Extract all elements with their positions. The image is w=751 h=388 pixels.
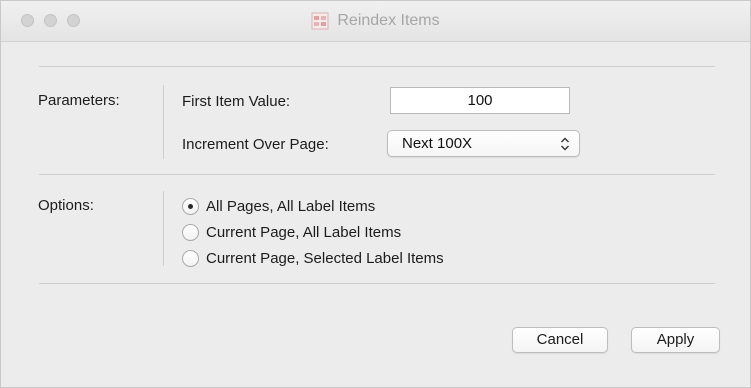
parameters-divider: [163, 85, 164, 159]
increment-over-page-select[interactable]: Next 100X: [387, 130, 580, 157]
radio-button[interactable]: [182, 223, 199, 241]
reindex-items-dialog: Reindex Items Parameters: First Item Val…: [0, 0, 751, 388]
reindex-app-icon: [311, 12, 329, 30]
options-section-label: Options:: [38, 197, 94, 214]
window-title: Reindex Items: [337, 12, 440, 29]
option-label: All Pages, All Label Items: [206, 197, 376, 215]
parameters-section-label: Parameters:: [38, 92, 120, 109]
bottom-separator: [39, 283, 715, 284]
radio-button[interactable]: [182, 249, 199, 267]
middle-separator: [39, 174, 715, 175]
radio-button-checked[interactable]: [182, 197, 199, 215]
option-label: Current Page, Selected Label Items: [206, 249, 444, 267]
options-divider: [163, 191, 164, 266]
option-label: Current Page, All Label Items: [206, 223, 402, 241]
increment-selected-value: Next 100X: [402, 135, 473, 152]
up-down-chevron-icon: [560, 136, 570, 152]
window-title-group: Reindex Items: [1, 1, 750, 41]
cancel-button[interactable]: Cancel: [512, 327, 608, 353]
option-current-page-selected-label-items[interactable]: Current Page, Selected Label Items: [182, 247, 444, 269]
option-current-page-all-label-items[interactable]: Current Page, All Label Items: [182, 221, 401, 243]
option-all-pages-all-label-items[interactable]: All Pages, All Label Items: [182, 195, 375, 217]
increment-over-page-label: Increment Over Page:: [182, 136, 329, 153]
apply-button[interactable]: Apply: [631, 327, 720, 353]
first-item-value-label: First Item Value:: [182, 93, 291, 110]
top-separator: [39, 66, 715, 67]
title-bar[interactable]: Reindex Items: [1, 1, 750, 42]
first-item-value-input[interactable]: [390, 87, 570, 114]
